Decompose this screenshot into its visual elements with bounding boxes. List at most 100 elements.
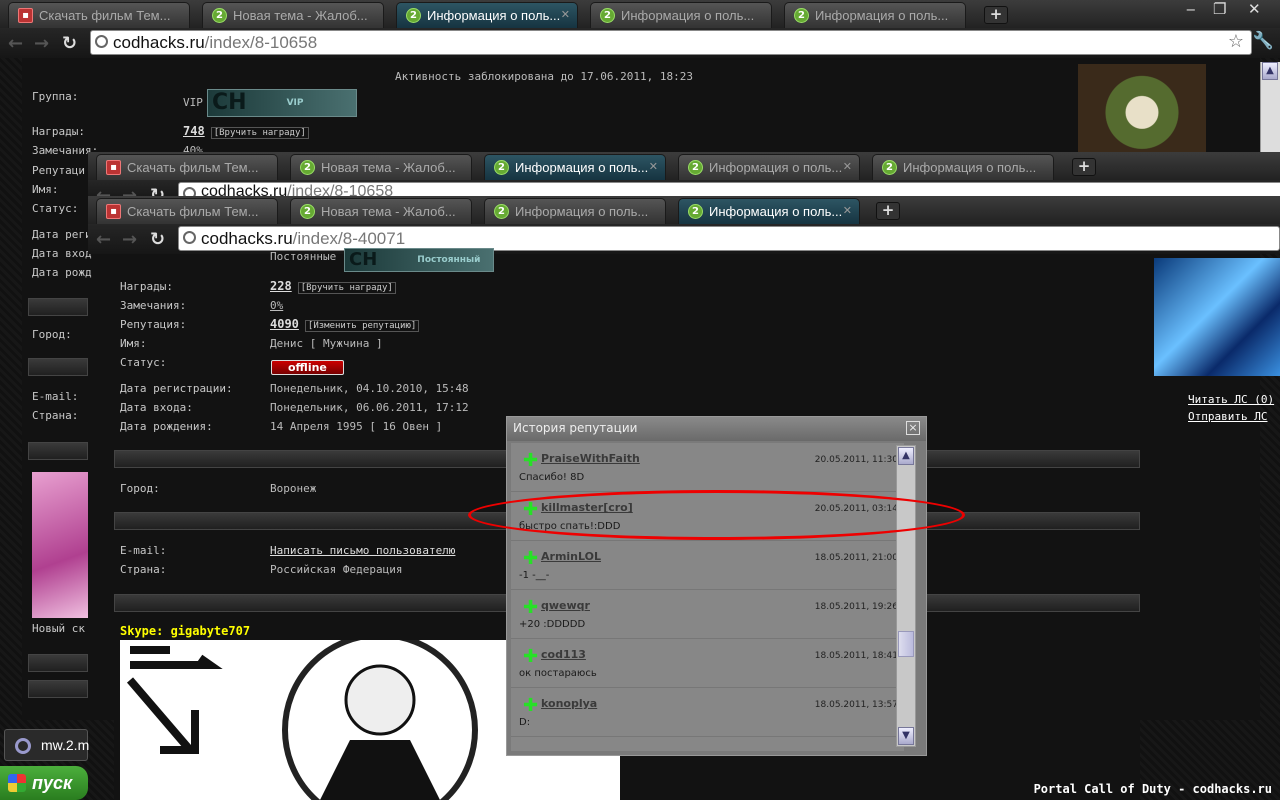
give-award-link[interactable]: [Вручить награду] [297,282,396,294]
tab-1[interactable]: ▪ Скачать фильм Тем... [8,2,190,28]
ch-group-logo: CH VIP [207,89,357,117]
new-tab-button[interactable]: + [876,202,900,220]
offline-status-badge: offline [271,360,344,375]
tab-1[interactable]: ▪ Скачать фильм Тем... [96,154,278,180]
scroll-down-icon[interactable]: ▼ [898,727,914,745]
forward-arrow-icon[interactable]: → [122,229,137,250]
awards-label: Награды: [32,125,85,138]
tab-5[interactable]: 2 Информация о поль... [784,2,966,28]
entry-username[interactable]: qwewqr [541,599,590,612]
status-row: offline [271,360,344,375]
group-value: Постоянные [270,250,337,263]
tab-3-active[interactable]: 2 Информация о поль... ✕ [484,154,666,180]
awards-value[interactable]: 228 [270,279,292,293]
tab-3[interactable]: 2 Информация о поль... [484,198,666,224]
codhacks-favicon-icon: 2 [688,204,703,219]
page-scrollbar[interactable]: ▲ [1260,62,1280,152]
reputation-row: 4090 [Изменить репутацию] [270,317,420,332]
reputation-history-dialog: История репутации × ✚ PraiseWithFaith 20.05… [506,416,927,756]
address-bar[interactable]: codhacks.ru/index/8-10658 [90,30,1252,55]
tab-strip: ▪ Скачать фильм Тем... 2 Новая тема - Жало… [0,0,1280,28]
tab-4[interactable]: 2 Информация о поль... ✕ [678,154,860,180]
close-window-icon[interactable]: ✕ [1248,0,1261,18]
section-bar [28,680,88,698]
entry-date: 18.05.2011, 19:26 [814,602,898,612]
awards-label: Награды: [120,280,173,293]
scroll-thumb[interactable] [898,631,914,657]
tab-strip: ▪ Скачать фильм Тем... 2 Новая тема - Жало… [88,196,1280,224]
give-award-link[interactable]: [Вручить награду] [210,127,309,139]
reload-icon[interactable]: ↻ [150,229,165,250]
scroll-up-icon[interactable]: ▲ [1262,62,1278,80]
skype-signature: Skype: gigabyte707 [120,624,251,638]
status-label: Статус: [120,356,167,369]
tab-3-active[interactable]: 2 Информация о поль... ✕ [396,2,578,28]
entry-date: 18.05.2011, 13:57 [814,700,898,710]
new-tab-button[interactable]: + [1072,158,1096,176]
codhacks-favicon-icon: 2 [600,8,615,23]
scroll-up-icon[interactable]: ▲ [898,447,914,465]
tab-2[interactable]: 2 Новая тема - Жалоб... [290,154,472,180]
new-tab-button[interactable]: + [984,6,1008,24]
ch-group-logo: CH Постоянный [344,248,494,272]
awards-value[interactable]: 748 [183,124,205,138]
status-label: Статус: [32,202,79,215]
close-tab-icon[interactable]: ✕ [843,204,852,217]
wrench-menu-icon[interactable]: 🔧 [1253,31,1274,51]
birth-date-label: Дата рождения: [120,420,213,433]
email-link[interactable]: Написать письмо пользователю [270,544,455,557]
kinopoisk-favicon-icon: ▪ [106,160,121,175]
awards-row: 748 [Вручить награду] [183,124,309,139]
close-tab-icon[interactable]: ✕ [649,160,658,173]
kinopoisk-favicon-icon: ▪ [18,8,33,23]
tab-2[interactable]: 2 Новая тема - Жалоб... [290,198,472,224]
page-icon [95,35,108,48]
new-label: Новый ск [32,622,85,635]
taskbar-app-button[interactable]: mw.2.m [4,729,89,761]
bookmark-star-icon[interactable]: ☆ [1228,31,1244,52]
user-avatar-image [1078,64,1206,152]
tab-4[interactable]: 2 Информация о поль... [590,2,772,28]
close-icon[interactable]: × [906,421,920,435]
send-pm-link[interactable]: Отправить ЛС [1188,410,1267,423]
tab-4-active[interactable]: 2 Информация о поль... ✕ [678,198,860,224]
reputation-entry: ✚ qwewqr 18.05.2011, 19:26 +20 :DDDDD [511,590,904,639]
back-arrow-icon[interactable]: ← [96,229,111,250]
section-bar [28,654,88,672]
reputation-value[interactable]: 4090 [270,317,299,331]
codhacks-favicon-icon: 2 [794,8,809,23]
change-reputation-link[interactable]: [Изменить репутацию] [304,320,420,332]
tab-5[interactable]: 2 Информация о поль... [872,154,1054,180]
reputation-entry: ✚ ArminLOL 18.05.2011, 21:00 -1 -__- [511,541,904,590]
maximize-icon[interactable]: ❐ [1213,0,1226,18]
entry-comment: ок постараюсь [519,668,597,679]
dialog-scrollbar[interactable]: ▲ ▼ [896,445,916,747]
read-pm-link[interactable]: Читать ЛС (0) [1188,393,1274,406]
dialog-title: История репутации [513,421,638,435]
entry-username[interactable]: ArminLOL [541,550,601,563]
reputation-label: Репутация: [120,318,187,331]
minimize-icon[interactable]: ‒ [1186,0,1196,18]
browser-toolbar: ← → ↻ codhacks.ru/index/8-40071 [88,224,1280,254]
kinopoisk-favicon-icon: ▪ [106,204,121,219]
entry-date: 18.05.2011, 18:41 [814,651,898,661]
codhacks-favicon-icon: 2 [300,204,315,219]
close-tab-icon[interactable]: ✕ [561,8,570,21]
start-button[interactable]: пуск [0,766,88,800]
city-label: Город: [32,328,72,341]
entry-comment: +20 :DDDDD [519,619,586,630]
forward-arrow-icon[interactable]: → [34,33,49,54]
entry-username[interactable]: cod113 [541,648,586,661]
warnings-value[interactable]: 0% [270,299,283,312]
tab-1[interactable]: ▪ Скачать фильм Тем... [96,198,278,224]
entry-date: 20.05.2011, 11:30 [814,455,898,465]
close-tab-icon[interactable]: ✕ [843,160,852,173]
back-arrow-icon[interactable]: ← [8,33,23,54]
desktop: ▪ Скачать фильм Тем... 2 Новая тема - Жало… [0,0,1280,800]
entry-username[interactable]: PraiseWithFaith [541,452,640,465]
group-value: VIP [183,96,203,109]
plus-icon: ✚ [523,695,539,716]
tab-2[interactable]: 2 Новая тема - Жалоб... [202,2,384,28]
entry-username[interactable]: konoplya [541,697,597,710]
reload-icon[interactable]: ↻ [62,33,77,54]
